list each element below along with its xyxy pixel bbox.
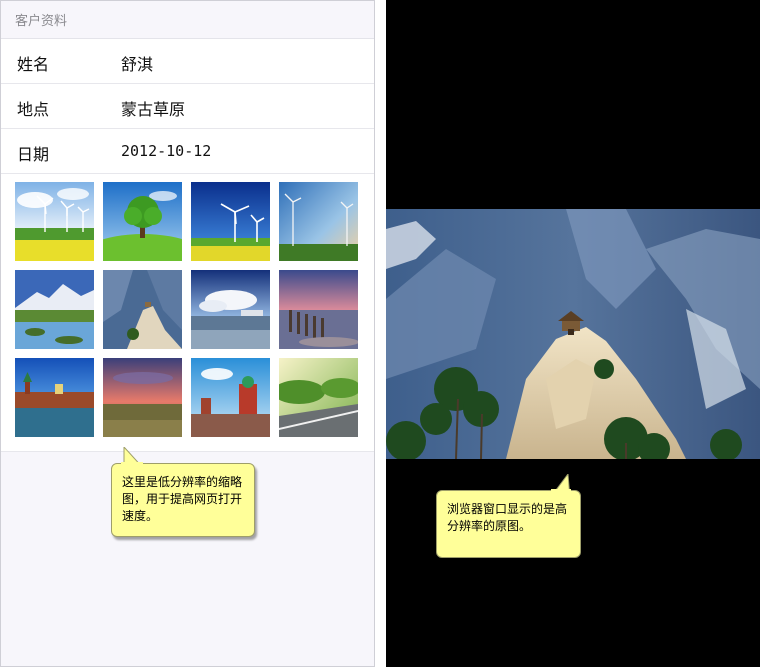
thumbnail-5[interactable] bbox=[15, 270, 94, 349]
thumbnail-7[interactable] bbox=[191, 270, 270, 349]
location-label: 地点 bbox=[17, 100, 50, 119]
seaside-clouds-icon bbox=[191, 270, 270, 349]
thumbnail-annotation: 这里是低分辨率的缩略图，用于提高网页打开速度。 bbox=[111, 463, 255, 537]
thumbnail-4[interactable] bbox=[279, 182, 358, 261]
date-value: 2012-10-12 bbox=[121, 142, 212, 160]
customer-detail-panel: 客户资料 姓名 舒淇 地点 蒙古草原 日期 2012-10-12 bbox=[0, 0, 375, 667]
left-bubble-joint bbox=[121, 462, 143, 465]
location-value: 蒙古草原 bbox=[121, 100, 186, 119]
thumbnail-3[interactable] bbox=[191, 182, 270, 261]
beach-posts-sunset-icon bbox=[279, 270, 358, 349]
thumbnail-1[interactable] bbox=[15, 182, 94, 261]
date-row: 日期 2012-10-12 bbox=[1, 129, 374, 174]
red-square-icon bbox=[191, 358, 270, 437]
name-value: 舒淇 bbox=[121, 55, 154, 74]
thumbnail-10[interactable] bbox=[103, 358, 182, 437]
thumbnail-6[interactable] bbox=[103, 270, 182, 349]
original-image-annotation: 浏览器窗口显示的是高分辨率的原图。 bbox=[436, 490, 581, 558]
thumbnail-11[interactable] bbox=[191, 358, 270, 437]
section-header: 客户资料 bbox=[1, 1, 374, 39]
mountain-peak-pavilion-icon bbox=[103, 270, 182, 349]
date-label: 日期 bbox=[17, 145, 50, 164]
thumbnail-8[interactable] bbox=[279, 270, 358, 349]
full-resolution-photo[interactable] bbox=[386, 209, 760, 459]
field-sunset-icon bbox=[103, 358, 182, 437]
name-row: 姓名 舒淇 bbox=[1, 39, 374, 84]
thumbnail-9[interactable] bbox=[15, 358, 94, 437]
wind-turbines-rapeseed-icon bbox=[15, 182, 94, 261]
wind-turbines-sunset-icon bbox=[279, 182, 358, 261]
road-sunlight-icon bbox=[279, 358, 358, 437]
wind-turbines-blue-sky-icon bbox=[191, 182, 270, 261]
kremlin-river-icon bbox=[15, 358, 94, 437]
thumbnail-grid bbox=[1, 174, 374, 452]
tree-on-hill-icon bbox=[103, 182, 182, 261]
snow-mountain-lake-icon bbox=[15, 270, 94, 349]
thumbnail-2[interactable] bbox=[103, 182, 182, 261]
image-viewer bbox=[386, 0, 760, 667]
mountain-peak-pavilion-icon bbox=[386, 209, 760, 459]
info-list: 姓名 舒淇 地点 蒙古草原 日期 2012-10-12 bbox=[1, 39, 374, 174]
right-bubble-joint bbox=[551, 489, 571, 492]
name-label: 姓名 bbox=[17, 55, 50, 74]
thumbnail-12[interactable] bbox=[279, 358, 358, 437]
location-row: 地点 蒙古草原 bbox=[1, 84, 374, 129]
